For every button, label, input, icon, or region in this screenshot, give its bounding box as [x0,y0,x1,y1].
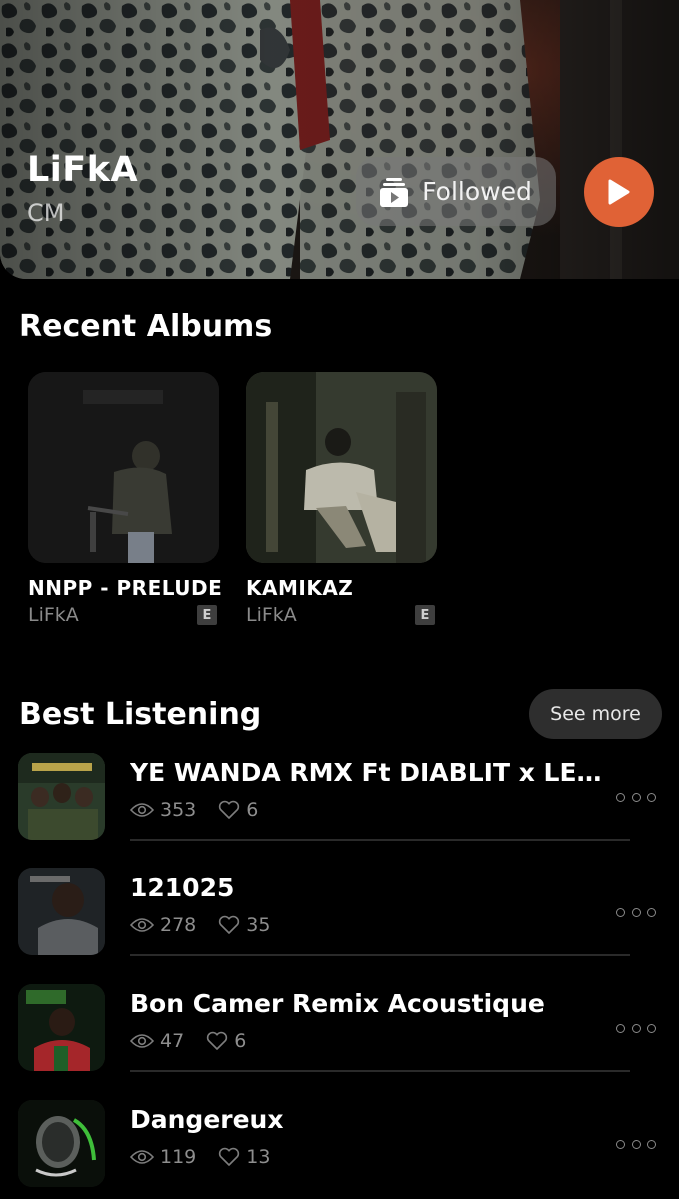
eye-icon [130,1034,154,1048]
heart-icon [219,1147,240,1166]
artist-hero: LiFkA CM Followed [0,0,679,279]
track-stats: 119 13 [130,1146,292,1168]
album-title: NNPP - PRELUDE [28,576,223,600]
play-button[interactable] [584,157,654,227]
track-artwork [18,753,105,840]
more-dots-icon[interactable] [616,904,656,920]
track-row[interactable]: 121025 278 35 [0,868,679,978]
like-count: 13 [246,1146,271,1168]
divider [130,839,630,841]
see-more-button[interactable]: See more [529,689,662,739]
explicit-badge: E [415,605,435,625]
album-art [28,372,219,563]
track-artwork [18,868,105,955]
artist-page: LiFkA CM Followed Recent Albums NNPP - P… [0,0,679,1199]
followed-label: Followed [422,177,532,206]
view-count: 353 [160,799,197,821]
track-title: Bon Camer Remix Acoustique [130,989,545,1018]
like-count: 6 [234,1030,247,1052]
album-art [246,372,437,563]
divider [130,954,630,956]
artist-country: CM [27,199,65,227]
track-row[interactable]: YE WANDA RMX Ft DIABLIT x LE TA... 353 6 [0,753,679,863]
heart-icon [219,915,240,934]
track-artwork [18,1100,105,1187]
track-row[interactable]: Dangereux 119 13 [0,1100,679,1199]
artist-name: LiFkA [27,150,139,190]
more-dots-icon[interactable] [616,1136,656,1152]
album-artist: LiFkA [28,604,79,626]
like-count: 6 [246,799,259,821]
followed-button[interactable]: Followed [356,157,556,226]
track-title: Dangereux [130,1105,284,1134]
hero-overlay [0,0,679,279]
track-row[interactable]: Bon Camer Remix Acoustique 47 6 [0,984,679,1094]
heart-icon [219,800,240,819]
followed-library-icon [380,177,409,207]
album-cover[interactable] [28,372,219,563]
explicit-badge: E [197,605,217,625]
heart-icon [207,1031,228,1050]
album-card[interactable]: KAMIKAZ LiFkA E [246,372,437,626]
best-listening-title: Best Listening [19,697,262,732]
album-title: KAMIKAZ [246,576,354,600]
album-artist: LiFkA [246,604,297,626]
eye-icon [130,918,154,932]
divider [130,1070,630,1072]
track-stats: 47 6 [130,1030,268,1052]
track-title: YE WANDA RMX Ft DIABLIT x LE TA... [130,758,610,787]
album-cover[interactable] [246,372,437,563]
track-stats: 278 35 [130,914,292,936]
recent-albums-title: Recent Albums [19,309,273,344]
view-count: 47 [160,1030,185,1052]
album-card[interactable]: NNPP - PRELUDE LiFkA E [28,372,223,626]
track-stats: 353 6 [130,799,280,821]
play-icon [608,179,630,205]
track-title: 121025 [130,873,235,902]
view-count: 119 [160,1146,197,1168]
eye-icon [130,803,154,817]
like-count: 35 [246,914,271,936]
view-count: 278 [160,914,197,936]
more-dots-icon[interactable] [616,789,656,805]
track-artwork [18,984,105,1071]
more-dots-icon[interactable] [616,1020,656,1036]
eye-icon [130,1150,154,1164]
